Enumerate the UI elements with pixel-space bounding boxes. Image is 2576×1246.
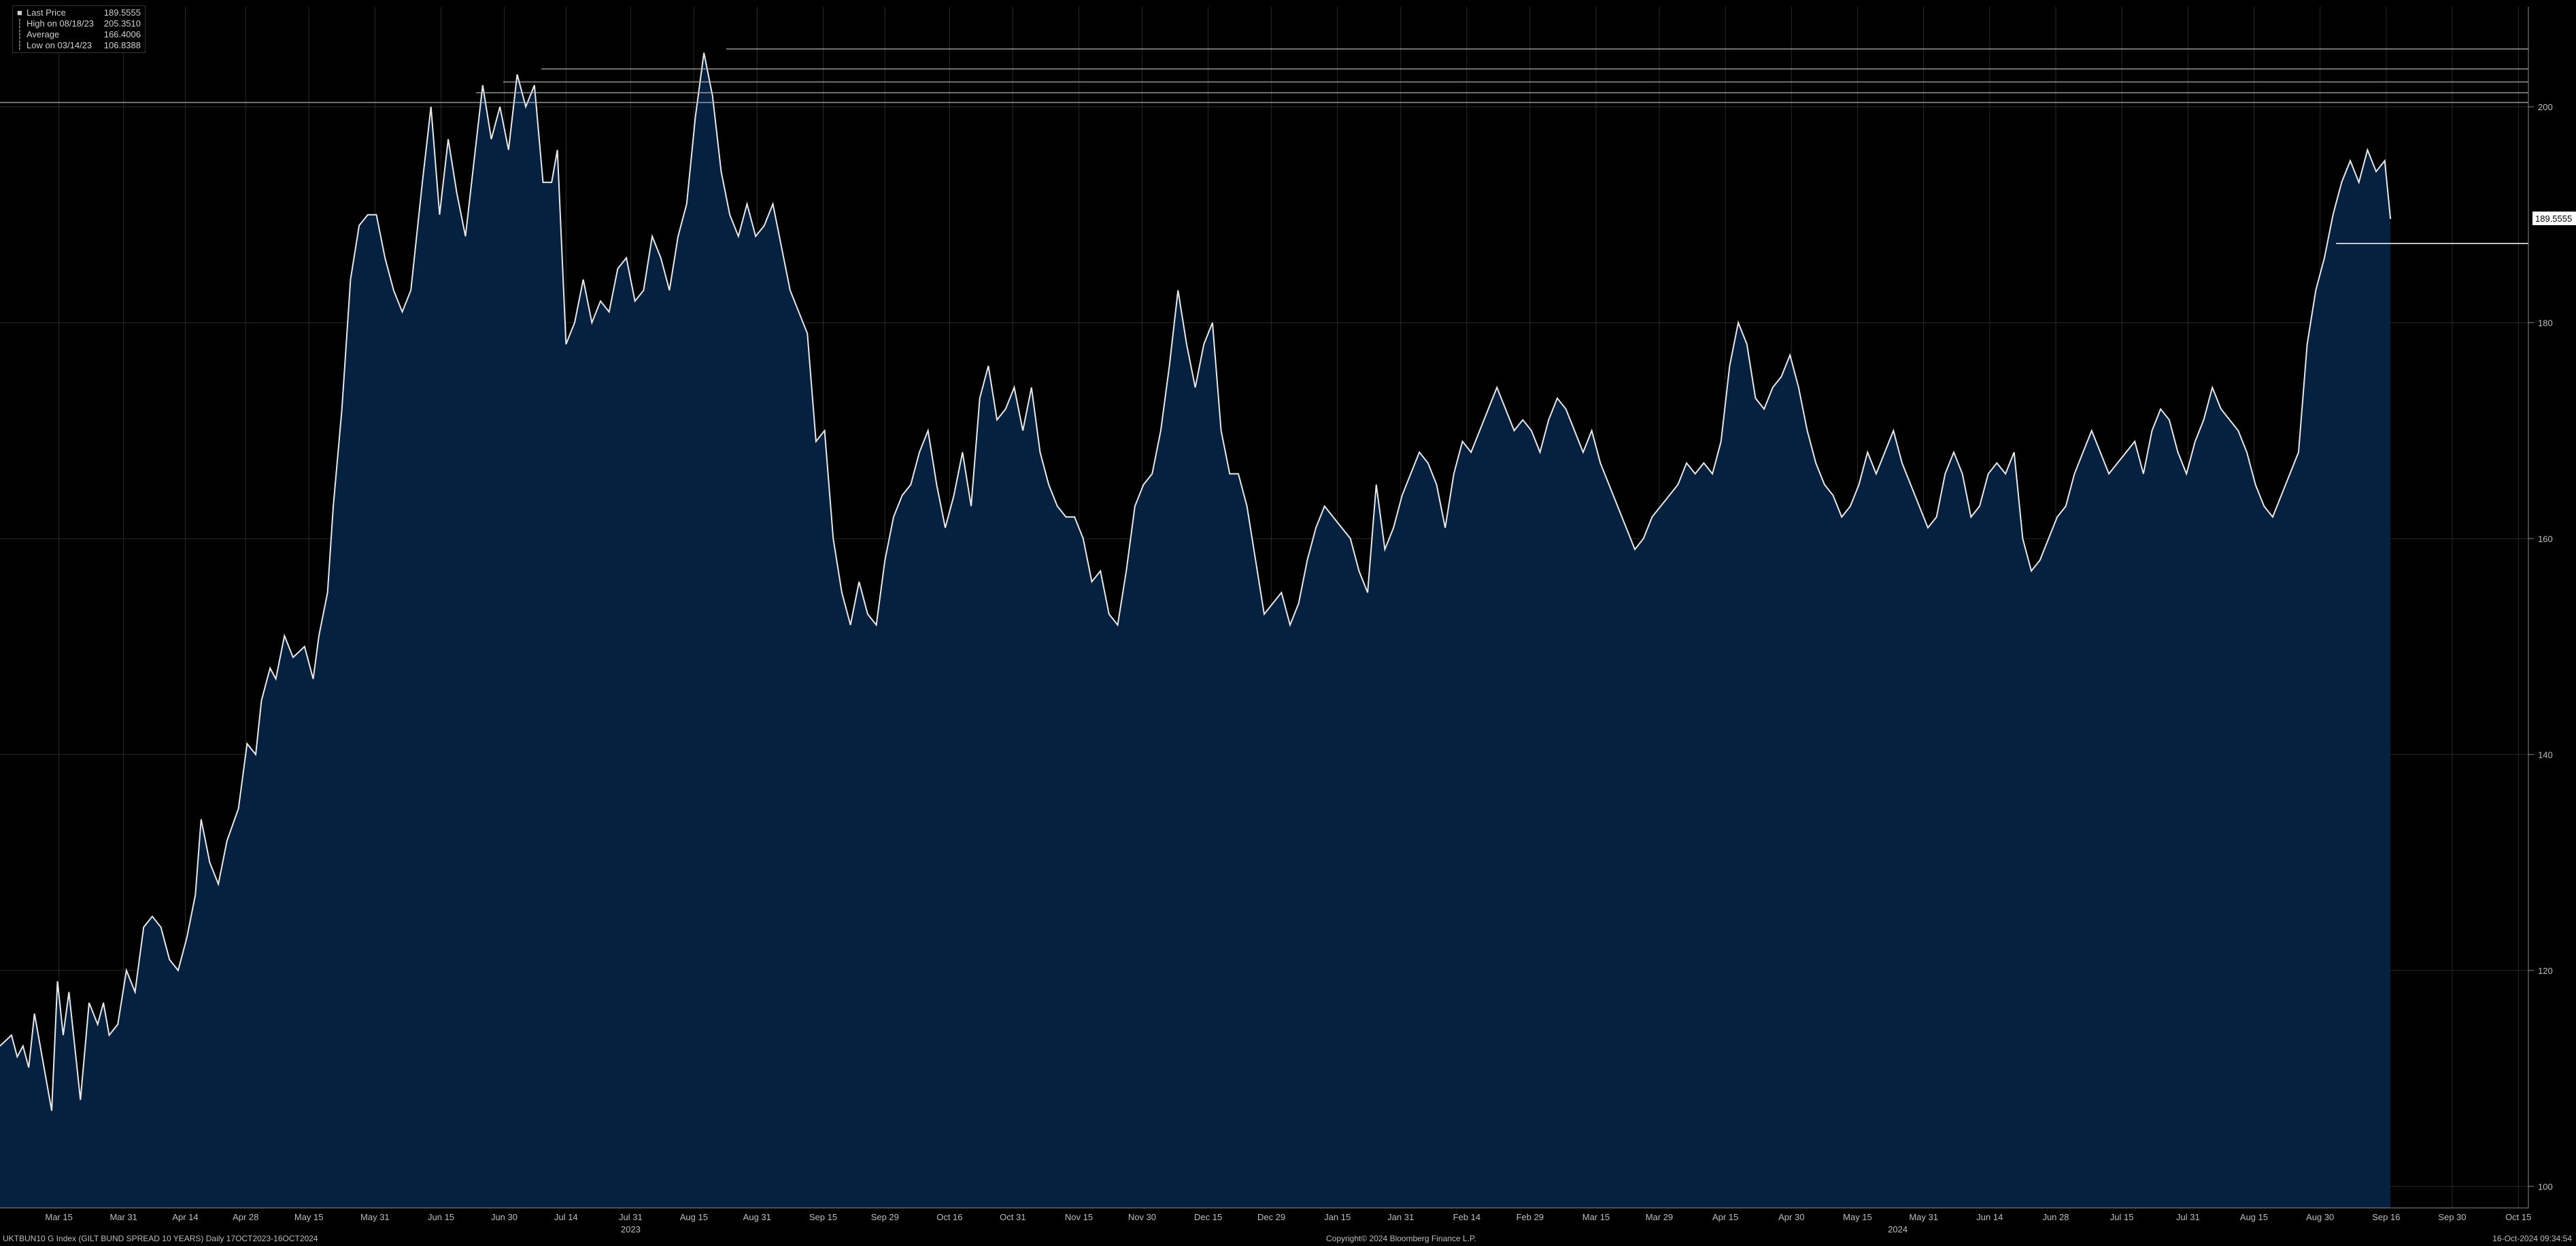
legend-label: Low on 03/14/23 (27, 40, 92, 50)
legend-value: 166.4006 (103, 29, 141, 39)
legend-line-icon: ┆ (17, 40, 22, 50)
x-tick-label: Oct 15 (2505, 1212, 2531, 1222)
x-tick-label: Apr 15 (1712, 1212, 1738, 1222)
x-tick-label: Mar 15 (1582, 1212, 1610, 1222)
x-tick-label: Apr 14 (172, 1212, 198, 1222)
legend-row-last-price: ■ Last Price 189.5555 (17, 7, 141, 18)
y-tick-label: 140 (2538, 750, 2553, 760)
y-tick-label: 100 (2538, 1181, 2553, 1192)
x-tick-label: Feb 14 (1453, 1212, 1480, 1222)
x-tick-label: Jul 15 (2110, 1212, 2134, 1222)
x-tick-label: Feb 29 (1516, 1212, 1544, 1222)
x-tick-label: Apr 30 (1778, 1212, 1804, 1222)
x-tick-label: Nov 30 (1128, 1212, 1156, 1222)
x-tick-label: Aug 30 (2306, 1212, 2334, 1222)
footer-ticker: UKTBUN10 G Index (GILT BUND SPREAD 10 YE… (3, 1234, 318, 1243)
x-tick-label: Jun 28 (2042, 1212, 2069, 1222)
legend-label: High on 08/18/23 (27, 18, 95, 29)
x-tick-label: Jul 14 (554, 1212, 578, 1222)
x-tick-label: May 31 (1909, 1212, 1938, 1222)
legend-line-icon: ┆ (17, 18, 22, 29)
x-tick-label: Oct 31 (1000, 1212, 1026, 1222)
x-tick-label: Sep 15 (809, 1212, 837, 1222)
price-area (0, 52, 2392, 1209)
legend-value: 189.5555 (103, 7, 141, 18)
x-tick-label: Apr 28 (233, 1212, 258, 1222)
footer-timestamp: 16-Oct-2024 09:34:54 (2492, 1234, 2572, 1243)
x-tick-label: Aug 31 (743, 1212, 771, 1222)
legend: ■ Last Price 189.5555 ┆ High on 08/18/23 2… (12, 5, 146, 53)
legend-row-high: ┆ High on 08/18/23 205.3510 (17, 18, 141, 29)
x-tick-label: May 31 (360, 1212, 390, 1222)
x-tick-label: Nov 15 (1065, 1212, 1093, 1222)
year-label: 2023 (621, 1224, 641, 1234)
x-axis: Mar 15 Mar 31 Apr 14 Apr 28 May 15 May 31 Jun … (0, 1207, 2531, 1234)
price-chart: 100 120 140 160 180 200 189.5555 Mar 15 Mar 31 A… (0, 7, 2576, 1234)
x-tick-label: Jul 31 (2176, 1212, 2200, 1222)
legend-line-icon: ┆ (17, 29, 22, 39)
x-tick-label: Aug 15 (2240, 1212, 2268, 1222)
x-tick-label: Mar 31 (109, 1212, 137, 1222)
reference-lines (0, 48, 2528, 244)
x-tick-label: Sep 16 (2372, 1212, 2400, 1222)
footer-copyright: Copyright© 2024 Bloomberg Finance L.P. (1326, 1234, 1476, 1243)
x-tick-label: Oct 16 (936, 1212, 962, 1222)
y-tick-label: 180 (2538, 318, 2553, 328)
x-tick-label: Jan 15 (1324, 1212, 1351, 1222)
legend-box-icon: ■ (17, 7, 22, 18)
legend-value: 106.8388 (103, 40, 141, 50)
y-axis: 100 120 140 160 180 200 189.5555 (2528, 7, 2576, 1208)
x-tick-label: Sep 29 (871, 1212, 899, 1222)
x-tick-label: Aug 15 (680, 1212, 708, 1222)
x-tick-label: Sep 30 (2438, 1212, 2466, 1222)
y-tick-label: 160 (2538, 534, 2553, 544)
x-tick-label: Dec 15 (1194, 1212, 1222, 1222)
year-label: 2024 (1888, 1224, 1908, 1234)
x-tick-label: Jan 31 (1387, 1212, 1414, 1222)
legend-value: 205.3510 (103, 18, 141, 29)
legend-label: Average (27, 29, 60, 39)
x-tick-label: Jun 30 (491, 1212, 518, 1222)
y-tick-label: 200 (2538, 102, 2553, 112)
x-tick-label: May 15 (294, 1212, 324, 1222)
x-tick-label: Jul 31 (619, 1212, 643, 1222)
x-tick-label: Dec 29 (1257, 1212, 1285, 1222)
legend-label: Last Price (27, 7, 66, 18)
x-tick-label: Jun 14 (1976, 1212, 2003, 1222)
legend-row-low: ┆ Low on 03/14/23 106.8388 (17, 40, 141, 51)
x-tick-label: Jun 15 (428, 1212, 454, 1222)
last-price-label: 189.5555 (2535, 214, 2572, 224)
x-tick-label: May 15 (1843, 1212, 1872, 1222)
x-tick-label: Mar 15 (45, 1212, 72, 1222)
y-tick-label: 120 (2538, 966, 2553, 976)
legend-row-average: ┆ Average 166.4006 (17, 29, 141, 40)
x-tick-label: Mar 29 (1646, 1212, 1673, 1222)
